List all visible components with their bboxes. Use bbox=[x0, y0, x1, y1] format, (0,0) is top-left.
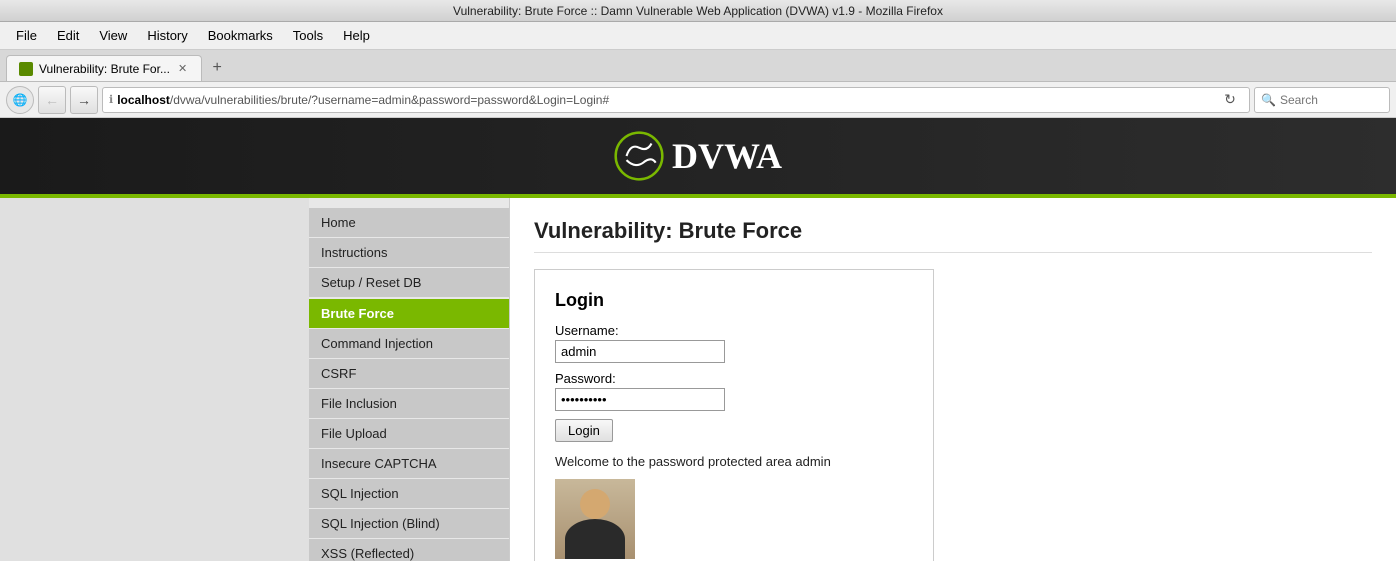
menu-bookmarks[interactable]: Bookmarks bbox=[200, 25, 281, 46]
menu-history[interactable]: History bbox=[139, 25, 195, 46]
title-bar: Vulnerability: Brute Force :: Damn Vulne… bbox=[0, 0, 1396, 22]
sidebar-item-insecure-captcha[interactable]: Insecure CAPTCHA bbox=[309, 449, 509, 478]
url-path: /dvwa/vulnerabilities/brute/?username=ad… bbox=[170, 93, 609, 107]
search-bar-container: 🔍 bbox=[1254, 87, 1390, 113]
sidebar-main-section: Brute Force Command Injection CSRF File … bbox=[309, 299, 509, 561]
user-avatar-image bbox=[555, 479, 635, 559]
sidebar-item-setup-reset-db[interactable]: Setup / Reset DB bbox=[309, 268, 509, 297]
login-section-title: Login bbox=[555, 290, 913, 311]
sidebar-item-command-injection[interactable]: Command Injection bbox=[309, 329, 509, 358]
sidebar-item-sql-injection[interactable]: SQL Injection bbox=[309, 479, 509, 508]
main-content: Vulnerability: Brute Force Login Usernam… bbox=[510, 198, 1396, 561]
nav-bar: 🌐 ← → ℹ localhost/dvwa/vulnerabilities/b… bbox=[0, 82, 1396, 118]
url-host: localhost bbox=[117, 93, 170, 107]
password-label: Password: bbox=[555, 371, 913, 386]
dvwa-logo: DVWA bbox=[614, 131, 782, 181]
username-input[interactable] bbox=[555, 340, 725, 363]
active-tab[interactable]: Vulnerability: Brute For... ✕ bbox=[6, 55, 202, 81]
tab-favicon bbox=[19, 62, 33, 76]
menu-tools[interactable]: Tools bbox=[285, 25, 331, 46]
search-icon: 🔍 bbox=[1261, 93, 1276, 107]
login-button[interactable]: Login bbox=[555, 419, 613, 442]
menu-edit[interactable]: Edit bbox=[49, 25, 87, 46]
window-title: Vulnerability: Brute Force :: Damn Vulne… bbox=[453, 4, 943, 18]
menu-help[interactable]: Help bbox=[335, 25, 378, 46]
login-box: Login Username: Password: Login Welcome … bbox=[534, 269, 934, 561]
sidebar-top-section: Home Instructions Setup / Reset DB bbox=[309, 208, 509, 297]
menu-bar: File Edit View History Bookmarks Tools H… bbox=[0, 22, 1396, 50]
sidebar-item-sql-injection-blind[interactable]: SQL Injection (Blind) bbox=[309, 509, 509, 538]
sidebar-item-home[interactable]: Home bbox=[309, 208, 509, 237]
sidebar-item-xss-reflected[interactable]: XSS (Reflected) bbox=[309, 539, 509, 561]
sidebar-item-file-upload[interactable]: File Upload bbox=[309, 419, 509, 448]
left-panel: Home Instructions Setup / Reset DB Brute… bbox=[0, 198, 510, 561]
page-wrapper: DVWA Home Instructions Setup / Reset DB … bbox=[0, 118, 1396, 561]
sidebar-item-instructions[interactable]: Instructions bbox=[309, 238, 509, 267]
dvwa-logo-text: DVWA bbox=[672, 135, 782, 177]
welcome-message: Welcome to the password protected area a… bbox=[555, 454, 913, 469]
sidebar: Home Instructions Setup / Reset DB Brute… bbox=[309, 198, 509, 561]
new-tab-button[interactable]: + bbox=[204, 55, 230, 81]
sidebar-item-brute-force[interactable]: Brute Force bbox=[309, 299, 509, 328]
sidebar-item-csrf[interactable]: CSRF bbox=[309, 359, 509, 388]
menu-file[interactable]: File bbox=[8, 25, 45, 46]
profile-button[interactable]: 🌐 bbox=[6, 86, 34, 114]
sidebar-item-file-inclusion[interactable]: File Inclusion bbox=[309, 389, 509, 418]
url-bar-container: ℹ localhost/dvwa/vulnerabilities/brute/?… bbox=[102, 87, 1250, 113]
search-input[interactable] bbox=[1280, 93, 1383, 107]
password-input[interactable] bbox=[555, 388, 725, 411]
dvwa-header: DVWA bbox=[0, 118, 1396, 198]
refresh-button[interactable]: ↻ bbox=[1217, 87, 1243, 113]
content-area: Home Instructions Setup / Reset DB Brute… bbox=[0, 198, 1396, 561]
url-info-icon[interactable]: ℹ bbox=[109, 93, 113, 106]
tab-close-button[interactable]: ✕ bbox=[176, 61, 189, 76]
back-button[interactable]: ← bbox=[38, 86, 66, 114]
tab-bar: Vulnerability: Brute For... ✕ + bbox=[0, 50, 1396, 82]
menu-view[interactable]: View bbox=[91, 25, 135, 46]
forward-button[interactable]: → bbox=[70, 86, 98, 114]
dvwa-logo-svg bbox=[614, 131, 664, 181]
tab-label: Vulnerability: Brute For... bbox=[39, 62, 170, 76]
username-label: Username: bbox=[555, 323, 913, 338]
url-display[interactable]: localhost/dvwa/vulnerabilities/brute/?us… bbox=[117, 93, 1213, 107]
page-title: Vulnerability: Brute Force bbox=[534, 218, 1372, 253]
